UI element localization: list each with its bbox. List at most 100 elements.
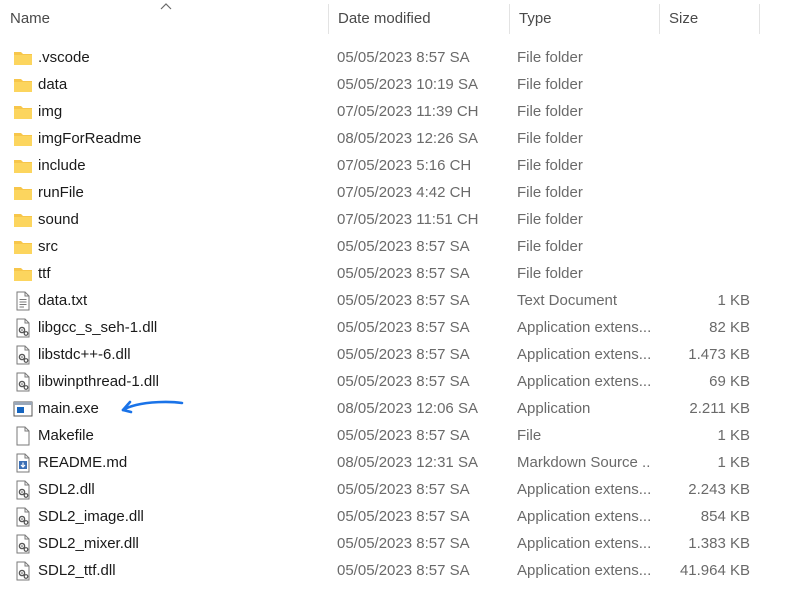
file-type: File folder xyxy=(517,49,583,66)
file-type: File folder xyxy=(517,265,583,282)
folder-icon xyxy=(13,129,33,149)
file-type: Application extens... xyxy=(517,373,651,390)
file-date-modified: 08/05/2023 12:26 SA xyxy=(337,130,478,147)
file-size: 1.383 KB xyxy=(688,535,750,552)
file-name: ttf xyxy=(38,265,51,282)
file-row[interactable]: ttf 05/05/2023 8:57 SA File folder xyxy=(0,260,780,287)
file-type: File folder xyxy=(517,184,583,201)
file-type: Application extens... xyxy=(517,346,651,363)
file-row[interactable]: SDL2.dll 05/05/2023 8:57 SA Application ex… xyxy=(0,476,780,503)
markdown-file-icon xyxy=(13,453,33,473)
file-row[interactable]: libwinpthread-1.dll 05/05/2023 8:57 SA App… xyxy=(0,368,780,395)
column-header-bar: Name Date modified Type Size xyxy=(0,0,810,36)
file-date-modified: 05/05/2023 8:57 SA xyxy=(337,508,470,525)
file-row[interactable]: SDL2_mixer.dll 05/05/2023 8:57 SA Applicat… xyxy=(0,530,780,557)
file-name: Makefile xyxy=(38,427,94,444)
dll-file-icon xyxy=(13,507,33,527)
file-row[interactable]: SDL2_image.dll 05/05/2023 8:57 SA Applicat… xyxy=(0,503,780,530)
file-date-modified: 08/05/2023 12:31 SA xyxy=(337,454,478,471)
blank-file-icon xyxy=(13,426,33,446)
file-row[interactable]: include 07/05/2023 5:16 CH File folder xyxy=(0,152,780,179)
file-name: SDL2.dll xyxy=(38,481,95,498)
folder-icon xyxy=(13,156,33,176)
file-name: data xyxy=(38,76,68,93)
file-name: data.txt xyxy=(38,292,88,309)
application-icon xyxy=(13,399,33,419)
file-row[interactable]: src 05/05/2023 8:57 SA File folder xyxy=(0,233,780,260)
file-row[interactable]: imgForReadme 08/05/2023 12:26 SA File fold… xyxy=(0,125,780,152)
folder-icon xyxy=(13,75,33,95)
file-name: SDL2_mixer.dll xyxy=(38,535,139,552)
file-type: File folder xyxy=(517,157,583,174)
file-row[interactable]: SDL2_ttf.dll 05/05/2023 8:57 SA Applicatio… xyxy=(0,557,780,584)
folder-icon xyxy=(13,48,33,68)
file-date-modified: 05/05/2023 8:57 SA xyxy=(337,427,470,444)
file-name: libstdc++-6.dll xyxy=(38,346,131,363)
file-name: img xyxy=(38,103,63,120)
file-size: 1.473 KB xyxy=(688,346,750,363)
file-date-modified: 05/05/2023 8:57 SA xyxy=(337,49,470,66)
column-header-date-modified[interactable]: Date modified xyxy=(328,0,509,36)
file-date-modified: 05/05/2023 10:19 SA xyxy=(337,76,478,93)
folder-icon xyxy=(13,264,33,284)
file-row[interactable]: Makefile 05/05/2023 8:57 SA File 1 KB xyxy=(0,422,780,449)
file-type: Application xyxy=(517,400,591,417)
file-size: 2.211 KB xyxy=(689,400,750,417)
dll-file-icon xyxy=(13,534,33,554)
folder-icon xyxy=(13,210,33,230)
file-date-modified: 07/05/2023 4:42 CH xyxy=(337,184,472,201)
file-row[interactable]: README.md 08/05/2023 12:31 SA Markdown Sou… xyxy=(0,449,780,476)
file-size: 69 KB xyxy=(709,373,750,390)
file-date-modified: 05/05/2023 8:57 SA xyxy=(337,535,470,552)
column-header-size[interactable]: Size xyxy=(659,0,759,36)
column-header-type[interactable]: Type xyxy=(509,0,659,36)
file-type: Application extens... xyxy=(517,508,651,525)
file-type: Text Document xyxy=(517,292,618,309)
file-size: 854 KB xyxy=(700,508,750,525)
file-date-modified: 07/05/2023 5:16 CH xyxy=(337,157,472,174)
file-name: libgcc_s_seh-1.dll xyxy=(38,319,158,336)
file-row[interactable]: libgcc_s_seh-1.dll 05/05/2023 8:57 SA Appl… xyxy=(0,314,780,341)
file-date-modified: 05/05/2023 8:57 SA xyxy=(337,238,470,255)
file-date-modified: 07/05/2023 11:39 CH xyxy=(337,103,479,120)
sort-ascending-icon[interactable] xyxy=(160,2,172,10)
file-size: 82 KB xyxy=(709,319,750,336)
file-row[interactable]: libstdc++-6.dll 05/05/2023 8:57 SA Applica… xyxy=(0,341,780,368)
dll-file-icon xyxy=(13,372,33,392)
file-date-modified: 05/05/2023 8:57 SA xyxy=(337,265,470,282)
file-row[interactable]: .vscode 05/05/2023 8:57 SA File folder xyxy=(0,44,780,71)
column-divider[interactable] xyxy=(759,4,760,34)
file-date-modified: 05/05/2023 8:57 SA xyxy=(337,346,470,363)
text-file-icon xyxy=(13,291,33,311)
file-size: 1 KB xyxy=(717,292,750,309)
file-row[interactable]: data 05/05/2023 10:19 SA File folder xyxy=(0,71,780,98)
file-size: 1 KB xyxy=(717,454,750,471)
folder-icon xyxy=(13,102,33,122)
file-type: Application extens... xyxy=(517,562,651,579)
folder-icon xyxy=(13,183,33,203)
file-date-modified: 05/05/2023 8:57 SA xyxy=(337,481,470,498)
file-type: File folder xyxy=(517,130,583,147)
file-name: SDL2_ttf.dll xyxy=(38,562,116,579)
file-row[interactable]: main.exe 08/05/2023 12:06 SA Application 2.… xyxy=(0,395,780,422)
file-date-modified: 05/05/2023 8:57 SA xyxy=(337,319,470,336)
file-row[interactable]: runFile 07/05/2023 4:42 CH File folder xyxy=(0,179,780,206)
file-row[interactable]: img 07/05/2023 11:39 CH File folder xyxy=(0,98,780,125)
file-size: 41.964 KB xyxy=(679,562,750,579)
folder-icon xyxy=(13,237,33,257)
file-name: .vscode xyxy=(38,49,90,66)
dll-file-icon xyxy=(13,345,33,365)
file-name: runFile xyxy=(38,184,84,201)
file-row[interactable]: data.txt 05/05/2023 8:57 SA Text Document 1… xyxy=(0,287,780,314)
file-name: README.md xyxy=(38,454,128,471)
dll-file-icon xyxy=(13,561,33,581)
dll-file-icon xyxy=(13,318,33,338)
file-date-modified: 07/05/2023 11:51 CH xyxy=(337,211,479,228)
file-date-modified: 08/05/2023 12:06 SA xyxy=(337,400,478,417)
file-size: 1 KB xyxy=(717,427,750,444)
file-row[interactable]: sound 07/05/2023 11:51 CH File folder xyxy=(0,206,780,233)
file-date-modified: 05/05/2023 8:57 SA xyxy=(337,562,470,579)
file-name: include xyxy=(38,157,86,174)
file-name: imgForReadme xyxy=(38,130,142,147)
file-type: Application extens... xyxy=(517,535,651,552)
